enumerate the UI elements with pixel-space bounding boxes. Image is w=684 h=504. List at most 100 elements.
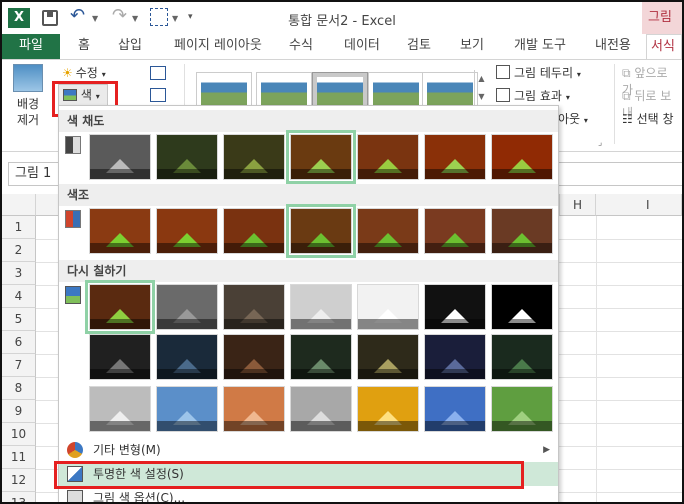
color-preset-thumbnail[interactable] (357, 386, 419, 432)
color-preset-thumbnail[interactable] (491, 386, 553, 432)
color-preset-thumbnail[interactable] (156, 386, 218, 432)
ground-shape (224, 169, 284, 179)
ground-shape (90, 169, 150, 179)
color-preset-thumbnail[interactable] (491, 134, 553, 180)
picture-effects-label: 그림 효과 (514, 89, 562, 103)
row-header[interactable]: 12 (2, 469, 36, 492)
color-preset-thumbnail[interactable] (491, 334, 553, 380)
selection-pane-button[interactable]: ☷ 선택 창 (622, 110, 674, 127)
color-preset-thumbnail[interactable] (223, 284, 285, 330)
color-preset-thumbnail[interactable] (156, 334, 218, 380)
color-preset-thumbnail[interactable] (223, 208, 285, 254)
color-preset-thumbnail[interactable] (290, 284, 352, 330)
column-header-i[interactable]: I (596, 194, 682, 216)
row-header[interactable]: 10 (2, 423, 36, 446)
compress-pictures-icon[interactable] (150, 66, 166, 80)
select-all-corner[interactable] (2, 194, 36, 216)
color-preset-thumbnail[interactable] (286, 130, 356, 184)
tab-file[interactable]: 파일 (2, 34, 60, 59)
corrections-label: 수정 (75, 66, 98, 80)
picture-effects-button[interactable]: 그림 효과 ▾ (496, 87, 570, 104)
ground-shape (358, 169, 418, 179)
ground-shape (425, 243, 485, 253)
row-header[interactable]: 13 (2, 492, 36, 502)
picture-tools-context-tab: 그림 (642, 2, 682, 34)
ground-shape (492, 369, 552, 379)
color-preset-thumbnail[interactable] (223, 386, 285, 432)
tab-home[interactable]: 홈 (78, 34, 90, 59)
color-preset-thumbnail[interactable] (357, 284, 419, 330)
row-header[interactable]: 5 (2, 308, 36, 331)
color-preset-thumbnail[interactable] (156, 134, 218, 180)
color-preset-thumbnail[interactable] (357, 208, 419, 254)
ground-shape (291, 169, 351, 179)
ground-shape (425, 369, 485, 379)
gallery-down-icon[interactable]: ▼ (475, 88, 488, 106)
compress-change-icons (150, 66, 168, 110)
tab-data[interactable]: 데이터 (344, 34, 380, 59)
color-preset-thumbnail[interactable] (491, 208, 553, 254)
tab-developer[interactable]: 개발 도구 (514, 34, 566, 59)
color-preset-thumbnail[interactable] (357, 134, 419, 180)
row-header[interactable]: 4 (2, 285, 36, 308)
tab-review[interactable]: 검토 (407, 34, 431, 59)
border-icon (496, 65, 510, 79)
gallery-up-icon[interactable]: ▲ (475, 70, 488, 88)
ground-shape (157, 319, 217, 329)
color-preset-thumbnail[interactable] (424, 334, 486, 380)
row-header[interactable]: 2 (2, 239, 36, 262)
row-header[interactable]: 9 (2, 400, 36, 423)
column-header-h[interactable]: H (560, 194, 596, 216)
color-preset-thumbnail[interactable] (89, 208, 151, 254)
row-header[interactable]: 1 (2, 216, 36, 239)
chevron-down-icon: ▾ (583, 116, 588, 125)
ground-shape (492, 243, 552, 253)
tab-view[interactable]: 보기 (460, 34, 484, 59)
row-header[interactable]: 7 (2, 354, 36, 377)
tab-formulas[interactable]: 수식 (289, 34, 313, 59)
row-header[interactable]: 8 (2, 377, 36, 400)
selection-pane-label: 선택 창 (636, 112, 674, 126)
more-variations-item[interactable]: 기타 변형(M) ▶ (59, 438, 558, 462)
ground-shape (224, 243, 284, 253)
color-preset-thumbnail[interactable] (223, 334, 285, 380)
color-preset-thumbnail[interactable] (424, 284, 486, 330)
color-preset-thumbnail[interactable] (424, 208, 486, 254)
color-preset-thumbnail[interactable] (290, 386, 352, 432)
section-header-tone: 색조 (59, 184, 558, 206)
row-header[interactable]: 3 (2, 262, 36, 285)
tab-format[interactable]: 서식 (646, 34, 682, 59)
name-box[interactable]: 그림 1 (8, 162, 64, 186)
row-header[interactable]: 11 (2, 446, 36, 469)
document-title: 통합 문서2 - Excel (288, 14, 396, 29)
remove-background-label-1: 배경 (16, 97, 40, 111)
dialog-launcher-icon[interactable]: ⌟ (598, 138, 602, 148)
ribbon-separator (614, 64, 615, 144)
tab-insert[interactable]: 삽입 (118, 34, 142, 59)
row-header[interactable]: 6 (2, 331, 36, 354)
color-preset-thumbnail[interactable] (357, 334, 419, 380)
color-preset-thumbnail[interactable] (85, 280, 155, 334)
title-bar: X ↶ ▼ ↷ ▼ ▼ ▾ 통합 문서2 - Excel 그림 (2, 2, 682, 34)
tab-custom[interactable]: 내전용 (595, 34, 631, 59)
color-preset-thumbnail[interactable] (286, 204, 356, 258)
more-variations-label: 기타 변형(M) (93, 443, 161, 457)
color-preset-thumbnail[interactable] (89, 134, 151, 180)
corrections-button[interactable]: ☀ 수정 ▾ (62, 64, 106, 81)
color-preset-thumbnail[interactable] (223, 134, 285, 180)
chevron-down-icon: ▾ (576, 70, 581, 79)
annotation-highlight-transparent-item (54, 461, 524, 489)
picture-border-button[interactable]: 그림 테두리 ▾ (496, 64, 581, 81)
picture-layout-button[interactable]: 아웃 ▾ (558, 110, 588, 127)
change-picture-icon[interactable] (150, 88, 166, 102)
color-preset-thumbnail[interactable] (156, 284, 218, 330)
color-preset-thumbnail[interactable] (424, 386, 486, 432)
color-preset-thumbnail[interactable] (290, 334, 352, 380)
color-preset-thumbnail[interactable] (424, 134, 486, 180)
color-preset-thumbnail[interactable] (491, 284, 553, 330)
color-preset-thumbnail[interactable] (156, 208, 218, 254)
tab-page-layout[interactable]: 페이지 레이아웃 (174, 34, 262, 59)
color-preset-thumbnail[interactable] (89, 334, 151, 380)
remove-background-button[interactable]: 배경 제거 (10, 64, 46, 128)
color-preset-thumbnail[interactable] (89, 386, 151, 432)
